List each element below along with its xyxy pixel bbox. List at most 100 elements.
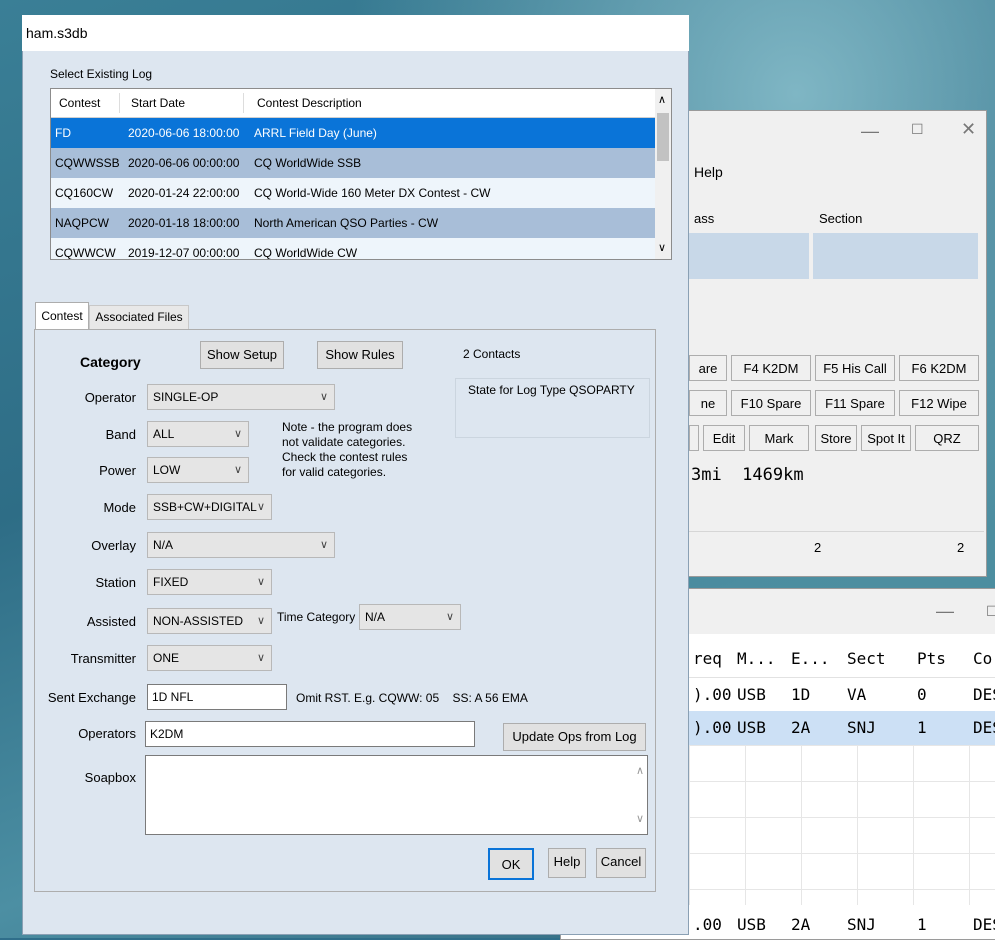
tab-contest[interactable]: Contest (35, 302, 89, 330)
list-item[interactable]: CQWWCW 2019-12-07 00:00:00 CQ WorldWide … (51, 238, 655, 260)
cell-desc: CQ World-Wide 160 Meter DX Contest - CW (254, 186, 491, 200)
table-row[interactable]: ).00 USB 1D VA 0 DES (689, 677, 995, 712)
cell-mode: USB (737, 718, 766, 737)
soapbox-field[interactable]: ∧ ∨ (145, 755, 648, 835)
mode-label: Mode (103, 500, 136, 515)
col-co[interactable]: Co (973, 641, 992, 676)
col-contest[interactable]: Contest (59, 89, 100, 117)
cell-contest: CQ160CW (55, 186, 114, 200)
chevron-down-icon: ∨ (256, 576, 265, 588)
cell-start: 2020-06-06 18:00:00 (128, 126, 240, 140)
show-rules-button[interactable]: Show Rules (317, 341, 403, 369)
col-mode[interactable]: M... (737, 641, 776, 676)
time-category-label: Time Category (277, 610, 356, 624)
blank-button[interactable] (689, 425, 699, 451)
contacts-count: 2 Contacts (463, 347, 521, 361)
qrz-button[interactable]: QRZ (915, 425, 979, 451)
state-label: State for Log Type QSOPARTY (468, 383, 635, 397)
fkey-button[interactable]: F4 K2DM (731, 355, 811, 381)
col-section-label: Section (819, 211, 863, 226)
cell-exch: 1D (791, 685, 811, 704)
list-item[interactable]: NAQPCW 2020-01-18 18:00:00 North America… (51, 208, 655, 238)
operator-select[interactable]: SINGLE-OP ∨ (147, 384, 335, 410)
cell-sect: VA (847, 685, 867, 704)
assisted-select[interactable]: NON-ASSISTED ∨ (147, 608, 272, 634)
table-row[interactable]: .00 USB 2A SNJ 1 DES (689, 911, 995, 939)
cell-pts: 1 (917, 915, 927, 934)
close-icon[interactable]: ✕ (961, 119, 976, 140)
scroll-up-icon[interactable]: ∧ (636, 764, 644, 777)
col-freq[interactable]: req (693, 641, 722, 676)
fkey-button[interactable]: F11 Spare (815, 390, 895, 416)
operators-value: K2DM (150, 727, 184, 741)
log-list[interactable]: Contest Start Date Contest Description F… (50, 88, 672, 260)
exchange-hint: Omit RST. E.g. CQWW: 05 SS: A 56 EMA (296, 691, 528, 705)
fkey-button[interactable]: F10 Spare (731, 390, 811, 416)
table-row[interactable]: ).00 USB 2A SNJ 1 DES (689, 711, 995, 745)
status-bar: 2 2 (689, 531, 984, 562)
col-exch[interactable]: E... (791, 641, 830, 676)
station-select[interactable]: FIXED ∨ (147, 569, 272, 595)
scroll-up-icon[interactable]: ∧ (658, 93, 666, 106)
ok-button[interactable]: OK (488, 848, 534, 880)
cell-contest: CQWWCW (55, 246, 116, 260)
fkey-button[interactable]: F6 K2DM (899, 355, 979, 381)
mark-button[interactable]: Mark (749, 425, 809, 451)
help-button[interactable]: Help (548, 848, 586, 878)
scroll-thumb[interactable] (657, 113, 669, 161)
tab-associated-files[interactable]: Associated Files (89, 305, 189, 330)
fkey-button[interactable]: F5 His Call (815, 355, 895, 381)
assisted-value: NON-ASSISTED (153, 614, 244, 628)
col-start-date[interactable]: Start Date (131, 89, 185, 117)
cell-co: DES (973, 685, 995, 704)
edit-button[interactable]: Edit (703, 425, 745, 451)
col-description[interactable]: Contest Description (257, 89, 362, 117)
col-class-label: ass (694, 211, 715, 226)
section-field[interactable] (813, 233, 978, 279)
chevron-down-icon: ∨ (256, 615, 265, 627)
overlay-value: N/A (153, 538, 174, 552)
fkey-button[interactable]: are (689, 355, 727, 381)
fkey-button[interactable]: F12 Wipe (899, 390, 979, 416)
list-item[interactable]: CQWWSSB 2020-06-06 00:00:00 CQ WorldWide… (51, 148, 655, 178)
fkey-button[interactable]: ne (689, 390, 727, 416)
spot-it-button[interactable]: Spot It (861, 425, 911, 451)
note-line: not validate categories. (282, 435, 406, 449)
store-button[interactable]: Store (815, 425, 857, 451)
col-pts[interactable]: Pts (917, 641, 946, 676)
scroll-down-icon[interactable]: ∨ (658, 241, 666, 254)
scroll-down-icon[interactable]: ∨ (636, 812, 644, 825)
minimize-icon[interactable]: — (936, 601, 954, 622)
operator-label: Operator (84, 390, 136, 405)
time-category-select[interactable]: N/A ∨ (359, 604, 461, 630)
band-select[interactable]: ALL ∨ (147, 421, 249, 447)
cell-freq: .00 (693, 915, 722, 934)
list-item[interactable]: CQ160CW 2020-01-24 22:00:00 CQ World-Wid… (51, 178, 655, 208)
cell-desc: North American QSO Parties - CW (254, 216, 439, 230)
sent-exchange-field[interactable]: 1D NFL (147, 684, 287, 710)
maximize-icon[interactable]: ☐ (911, 121, 924, 138)
class-field[interactable] (689, 233, 809, 279)
operators-field[interactable]: K2DM (145, 721, 475, 747)
note-line: for valid categories. (282, 465, 387, 479)
cancel-button[interactable]: Cancel (596, 848, 646, 878)
update-ops-button[interactable]: Update Ops from Log (503, 723, 646, 751)
mode-select[interactable]: SSB+CW+DIGITAL ∨ (147, 494, 272, 520)
list-header: Contest Start Date Contest Description (51, 89, 655, 118)
list-scrollbar[interactable]: ∧ ∨ (655, 89, 671, 259)
overlay-select[interactable]: N/A ∨ (147, 532, 335, 558)
minimize-icon[interactable]: — (861, 121, 879, 142)
show-setup-button[interactable]: Show Setup (200, 341, 284, 369)
transmitter-label: Transmitter (70, 651, 136, 666)
col-divider (243, 93, 244, 113)
station-label: Station (95, 575, 136, 590)
menu-help[interactable]: Help (694, 164, 723, 180)
transmitter-select[interactable]: ONE ∨ (147, 645, 272, 671)
select-log-label: Select Existing Log (50, 67, 153, 81)
col-sect[interactable]: Sect (847, 641, 886, 676)
station-value: FIXED (153, 575, 189, 589)
maximize-icon[interactable]: ☐ (986, 603, 995, 620)
power-select[interactable]: LOW ∨ (147, 457, 249, 483)
list-item[interactable]: FD 2020-06-06 18:00:00 ARRL Field Day (J… (51, 118, 655, 148)
transmitter-value: ONE (153, 651, 180, 665)
